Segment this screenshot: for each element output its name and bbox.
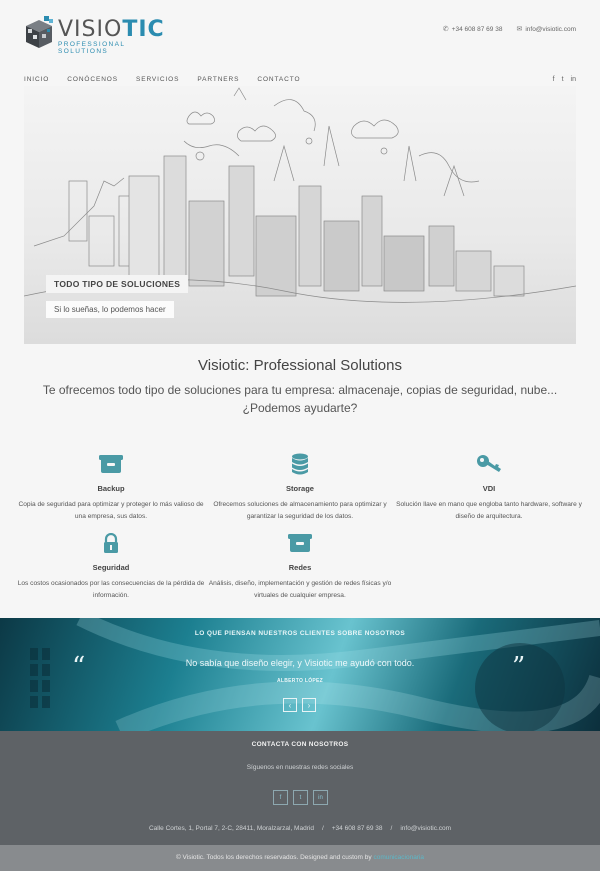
feature-title: Storage — [286, 484, 314, 493]
facebook-icon[interactable]: f — [273, 790, 288, 805]
key-icon — [394, 452, 584, 476]
hero-banner: TODO TIPO DE SOLUCIONES Si lo sueñas, lo… — [24, 86, 576, 344]
testimonials-section: LO QUE PIENSAN NUESTROS CLIENTES SOBRE N… — [0, 618, 600, 731]
padlock-icon — [16, 531, 206, 555]
twitter-icon[interactable]: t — [293, 790, 308, 805]
copyright-text: © Visiotic. Todos los derechos reservado… — [175, 854, 425, 861]
nav-item-servicios[interactable]: SERVICIOS — [136, 76, 179, 83]
copyright-bar: © Visiotic. Todos los derechos reservado… — [0, 845, 600, 871]
nav-item-contacto[interactable]: CONTACTO — [257, 76, 300, 83]
brand-tagline: PROFESSIONAL SOLUTIONS — [58, 41, 126, 55]
feature-description: Copia de seguridad para optimizar y prot… — [18, 501, 204, 520]
site-header: VISIOTIC PROFESSIONAL SOLUTIONS ✆ +34 608… — [0, 0, 600, 70]
database-icon — [205, 452, 395, 476]
separator: / — [321, 825, 324, 832]
footer-social: f t in — [273, 790, 328, 805]
header-email[interactable]: ✉ info@visiotic.com — [516, 25, 576, 33]
feature-backup: Backup Copia de seguridad para optimizar… — [16, 452, 206, 523]
carousel-controls: ‹ › — [283, 698, 316, 712]
facebook-icon[interactable]: f — [553, 76, 555, 83]
nav-item-inicio[interactable]: INICIO — [24, 76, 49, 83]
main-nav: INICIO CONÓCENOS SERVICIOS PARTNERS CONT… — [24, 76, 300, 83]
page-subtitle: Te ofrecemos todo tipo de soluciones par… — [42, 383, 558, 415]
footer-address-line: Calle Cortes, 1, Portal 7, 2-C, 28411, M… — [0, 825, 600, 832]
footer-address: Calle Cortes, 1, Portal 7, 2-C, 28411, M… — [148, 825, 314, 832]
twitter-icon[interactable]: t — [562, 76, 564, 83]
feature-title: Backup — [97, 484, 125, 493]
envelope-icon: ✉ — [516, 26, 523, 33]
hero-title: TODO TIPO DE SOLUCIONES — [46, 275, 189, 293]
header-contact: ✆ +34 608 87 69 38 ✉ info@visiotic.com — [443, 25, 576, 33]
linkedin-icon[interactable]: in — [313, 790, 328, 805]
testimonials-title: LO QUE PIENSAN NUESTROS CLIENTES SOBRE N… — [194, 630, 406, 637]
phone-icon: ✆ — [442, 26, 449, 33]
feature-title: VDI — [482, 484, 496, 493]
testimonial-quote: No sabía que diseño elegir, y Visiotic m… — [185, 658, 415, 668]
logo[interactable]: VISIOTIC PROFESSIONAL SOLUTIONS — [24, 14, 164, 55]
feature-description: Solución llave en mano que engloba tanto… — [396, 501, 582, 520]
footer-phone[interactable]: +34 608 87 69 38 — [332, 825, 383, 832]
separator: / — [390, 825, 393, 832]
feature-seguridad: Seguridad Los costos ocasionados por las… — [16, 531, 206, 602]
header-social: f t in — [553, 76, 576, 83]
page-title: Visiotic: Professional Solutions — [198, 357, 402, 374]
nav-item-partners[interactable]: PARTNERS — [197, 76, 239, 83]
header-phone[interactable]: ✆ +34 608 87 69 38 — [443, 25, 503, 33]
footer-title: CONTACTA CON NOSOTROS — [251, 741, 349, 748]
next-button[interactable]: › — [302, 698, 316, 712]
cube-logo-icon — [26, 16, 53, 48]
feature-vdi: VDI Solución llave en mano que engloba t… — [394, 452, 584, 523]
feature-description: Los costos ocasionados por las consecuen… — [17, 580, 205, 599]
feature-title: Redes — [288, 563, 312, 572]
feature-title: Seguridad — [92, 563, 130, 572]
archive-box-icon — [205, 531, 395, 555]
footer-subtitle: Síguenos en nuestras redes sociales — [246, 764, 354, 771]
feature-description: Análisis, diseño, implementación y gesti… — [208, 580, 392, 599]
nav-item-conocenos[interactable]: CONÓCENOS — [67, 76, 118, 83]
linkedin-icon[interactable]: in — [571, 76, 576, 83]
contact-footer: CONTACTA CON NOSOTROS Síguenos en nuestr… — [0, 731, 600, 845]
archive-box-icon — [16, 452, 206, 476]
prev-button[interactable]: ‹ — [283, 698, 297, 712]
hero-subtitle: Si lo sueñas, lo podemos hacer — [46, 301, 174, 318]
feature-redes: Redes Análisis, diseño, implementación y… — [205, 531, 395, 602]
footer-email[interactable]: info@visiotic.com — [400, 825, 451, 832]
feature-storage: Storage Ofrecemos soluciones de almacena… — [205, 452, 395, 523]
brand-name: VISIOTIC — [58, 17, 165, 42]
designer-link[interactable]: comunicacionaria — [373, 854, 424, 861]
feature-description: Ofrecemos soluciones de almacenamiento p… — [213, 501, 387, 520]
testimonial-author: ALBERTO LÓPEZ — [276, 678, 324, 684]
